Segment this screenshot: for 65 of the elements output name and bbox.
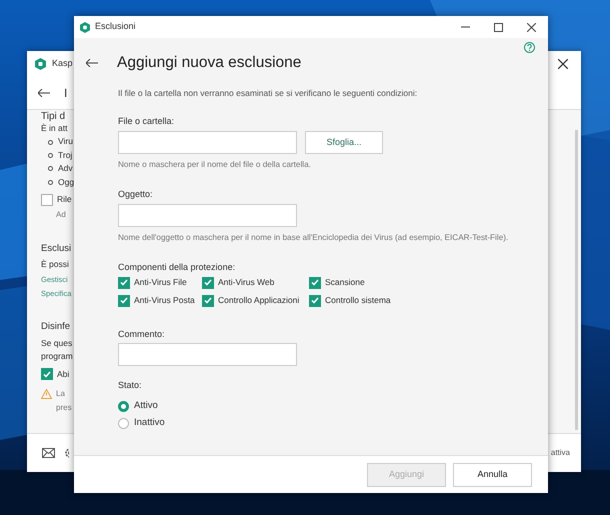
radio-button[interactable] <box>118 418 129 429</box>
body-text: È in att <box>41 122 68 135</box>
checkbox[interactable] <box>41 368 53 380</box>
checkbox-label: Anti-Virus Posta <box>134 294 195 307</box>
radio-button[interactable] <box>118 400 129 412</box>
scrollbar[interactable] <box>575 130 578 430</box>
list-item-text: Adv <box>58 162 73 176</box>
shield-logo-icon <box>80 22 90 32</box>
field-label: Commento: <box>118 328 166 341</box>
section-heading: Esclusi <box>41 242 72 256</box>
radio-label: Inattivo <box>134 416 165 430</box>
checkbox-label: Scansione <box>325 276 365 290</box>
dialog-heading: Aggiungi nuova esclusione <box>117 54 302 73</box>
body-text: È possi <box>41 258 70 272</box>
radio-label: Attivo <box>134 398 158 413</box>
checkbox-label: Controllo Applicazioni <box>218 294 300 307</box>
group-label: Stato: <box>118 379 143 392</box>
section-heading: Disinfe <box>41 320 72 334</box>
dialog-button[interactable]: Annulla <box>453 462 532 486</box>
checkbox[interactable] <box>309 294 321 307</box>
body-text: program <box>41 350 74 364</box>
list-item-text: Ogg <box>58 176 74 189</box>
note-text: pres <box>55 402 73 414</box>
page-heading: I <box>64 85 68 102</box>
warning-icon <box>41 388 52 399</box>
maximize-icon <box>494 22 503 32</box>
checkbox-label: Anti-Virus File <box>134 276 187 290</box>
field-label: File o cartella: <box>118 115 176 128</box>
note-text: Ad <box>55 209 67 222</box>
body-text: Se ques <box>41 336 74 350</box>
input-field[interactable] <box>118 343 297 366</box>
list-item-text: Troj <box>58 148 72 162</box>
hint-text: Nome dell'oggetto o maschera per il nome in base all'Enciclopedia dei Virus (ad esempio, EICAR-Test-File). <box>118 232 510 244</box>
checkbox[interactable] <box>309 276 321 289</box>
checkbox[interactable] <box>202 276 214 289</box>
checkbox[interactable] <box>118 294 130 307</box>
warning-text: La <box>56 388 65 400</box>
shield-logo-icon <box>35 58 46 70</box>
browse-button[interactable]: Sfoglia... <box>305 130 383 154</box>
checkbox-label: Abi <box>57 368 70 381</box>
minimize-icon <box>461 26 470 28</box>
checkbox[interactable] <box>41 194 53 206</box>
hint-text: Nome o maschera per il nome del file o della cartella. <box>118 158 312 171</box>
checkbox-label: Controllo sistema <box>325 294 391 307</box>
checkbox-label: Anti-Virus Web <box>218 276 274 290</box>
list-item-text: Viru <box>58 135 73 148</box>
back-arrow-icon[interactable] <box>38 89 50 97</box>
input-field[interactable] <box>118 130 297 154</box>
mail-icon[interactable] <box>42 448 55 458</box>
gear-icon[interactable] <box>64 447 69 459</box>
field-label: Oggetto: <box>118 188 154 202</box>
group-label: Componenti della protezione: <box>118 260 236 274</box>
checkbox-label: Rile <box>57 193 72 206</box>
close-icon[interactable] <box>558 59 568 69</box>
back-arrow-icon[interactable] <box>86 59 98 68</box>
window-title: Esclusioni <box>95 20 136 34</box>
section-heading: Tipi d <box>41 111 66 122</box>
input-field[interactable] <box>118 204 297 227</box>
help-icon[interactable] <box>524 42 535 53</box>
description-text: Il file o la cartella non verranno esaminati se si verificano le seguenti condizioni: <box>118 86 418 100</box>
checkbox[interactable] <box>118 276 130 289</box>
checkbox[interactable] <box>202 294 214 307</box>
window-title: Kasp <box>52 57 73 70</box>
close-icon <box>527 22 536 32</box>
status-text: attiva <box>550 447 570 459</box>
